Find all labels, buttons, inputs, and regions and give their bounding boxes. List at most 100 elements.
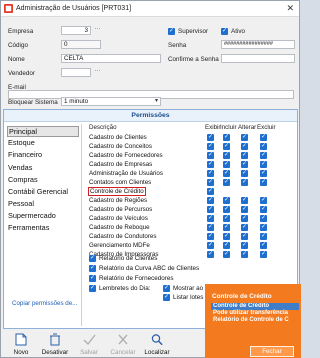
permission-exibir-checkbox[interactable]: ✓ (207, 242, 214, 249)
confirma-senha-field[interactable] (221, 54, 295, 63)
category-estoque[interactable]: Estoque (8, 138, 35, 147)
permission-exibir-checkbox[interactable]: ✓ (207, 134, 214, 141)
vendedor-lookup-button[interactable]: ··· (93, 68, 102, 77)
desativar-button[interactable]: Desativar (39, 331, 71, 357)
permission-exibir-checkbox[interactable]: ✓ (207, 143, 214, 150)
popup-list-item[interactable]: Relatório de Controle de C (211, 317, 299, 324)
option-checkbox[interactable]: ✓ (89, 255, 96, 262)
permission-description[interactable]: Controle de Crédito (88, 187, 146, 196)
permission-exibir-checkbox[interactable]: ✓ (207, 161, 214, 168)
permission-excluir-checkbox[interactable]: ✓ (260, 143, 267, 150)
permission-excluir-checkbox[interactable]: ✓ (260, 215, 267, 222)
ativo-checkbox[interactable]: ✓ (221, 28, 228, 35)
permission-description[interactable]: Cadastro de Reboque (89, 224, 150, 231)
permission-exibir-checkbox[interactable]: ✓ (207, 215, 214, 222)
permission-description[interactable]: Cadastro de Fornecedores (89, 152, 163, 159)
option-checkbox[interactable]: ✓ (89, 275, 96, 282)
category-principal[interactable]: Principal (7, 126, 79, 137)
permission-description[interactable]: Cadastro de Empresas (89, 161, 152, 168)
permission-excluir-checkbox[interactable]: ✓ (260, 224, 267, 231)
permission-excluir-checkbox[interactable]: ✓ (260, 251, 267, 258)
permission-alterar-checkbox[interactable]: ✓ (241, 224, 248, 231)
permission-incluir-checkbox[interactable]: ✓ (223, 143, 230, 150)
option-checkbox[interactable]: ✓ (163, 294, 170, 301)
category-vendas[interactable]: Vendas (8, 163, 32, 172)
option-checkbox[interactable]: ✓ (163, 285, 170, 292)
permission-exibir-checkbox[interactable]: ✓ (207, 188, 214, 195)
category-pessoal[interactable]: Pessoal (8, 199, 34, 208)
permission-exibir-checkbox[interactable]: ✓ (207, 224, 214, 231)
category-contabil-gerencial[interactable]: Contábil Gerencial (8, 187, 68, 196)
permission-exibir-checkbox[interactable]: ✓ (207, 170, 214, 177)
empresa-field[interactable]: 3 (61, 26, 91, 35)
permission-incluir-checkbox[interactable]: ✓ (223, 224, 230, 231)
permission-description[interactable]: Cadastro de Regiões (89, 197, 147, 204)
close-icon[interactable]: ✕ (286, 3, 294, 14)
category-compras[interactable]: Compras (8, 175, 38, 184)
novo-button[interactable]: Novo (5, 331, 37, 357)
permission-alterar-checkbox[interactable]: ✓ (241, 251, 248, 258)
permission-alterar-checkbox[interactable]: ✓ (241, 233, 248, 240)
permission-incluir-checkbox[interactable]: ✓ (223, 197, 230, 204)
permission-exibir-checkbox[interactable]: ✓ (207, 179, 214, 186)
salvar-button[interactable]: Salvar (73, 331, 105, 357)
permission-excluir-checkbox[interactable]: ✓ (260, 134, 267, 141)
category-ferramentas[interactable]: Ferramentas (8, 223, 49, 232)
permission-exibir-checkbox[interactable]: ✓ (207, 233, 214, 240)
vendedor-field[interactable] (61, 68, 91, 77)
permission-incluir-checkbox[interactable]: ✓ (223, 170, 230, 177)
permission-incluir-checkbox[interactable]: ✓ (223, 134, 230, 141)
codigo-field[interactable]: 0 (61, 40, 101, 49)
permission-description[interactable]: Administração de Usuários (89, 170, 163, 177)
permission-incluir-checkbox[interactable]: ✓ (223, 179, 230, 186)
permission-exibir-checkbox[interactable]: ✓ (207, 197, 214, 204)
permission-exibir-checkbox[interactable]: ✓ (207, 152, 214, 159)
permission-excluir-checkbox[interactable]: ✓ (260, 206, 267, 213)
permission-description[interactable]: Cadastro de Clientes (89, 134, 147, 141)
permission-alterar-checkbox[interactable]: ✓ (241, 197, 248, 204)
permission-description[interactable]: Cadastro de Percursos (89, 206, 152, 213)
permission-incluir-checkbox[interactable]: ✓ (223, 161, 230, 168)
popup-list-item[interactable]: Pode utilizar transferência (211, 310, 299, 317)
category-supermercado[interactable]: Supermercado (8, 211, 56, 220)
permission-description[interactable]: Cadastro de Conceitos (89, 143, 152, 150)
permission-description[interactable]: Gerenciamento MDFe (89, 242, 150, 249)
copy-permissions-link[interactable]: Copiar permissões de... (12, 300, 77, 307)
permission-incluir-checkbox[interactable]: ✓ (223, 215, 230, 222)
permission-incluir-checkbox[interactable]: ✓ (223, 206, 230, 213)
permission-excluir-checkbox[interactable]: ✓ (260, 152, 267, 159)
bloquear-select[interactable]: 1 minuto ▾ (61, 97, 161, 106)
popup-list-item[interactable]: Controle de Crédito (211, 303, 299, 310)
permission-description[interactable]: Cadastro de Veículos (89, 215, 148, 222)
permission-alterar-checkbox[interactable]: ✓ (241, 242, 248, 249)
empresa-lookup-button[interactable]: ··· (93, 26, 102, 35)
permission-alterar-checkbox[interactable]: ✓ (241, 206, 248, 213)
option-checkbox[interactable]: ✓ (89, 285, 96, 292)
nome-field[interactable]: CELTA (61, 54, 161, 63)
permission-excluir-checkbox[interactable]: ✓ (260, 161, 267, 168)
permission-incluir-checkbox[interactable]: ✓ (223, 251, 230, 258)
localizar-button[interactable]: Localizar (141, 331, 173, 357)
senha-field[interactable]: ################ (221, 40, 295, 49)
cancelar-button[interactable]: Cancelar (107, 331, 139, 357)
permission-description[interactable]: Contatos com Clientes (89, 179, 151, 186)
permission-incluir-checkbox[interactable]: ✓ (223, 242, 230, 249)
permission-excluir-checkbox[interactable]: ✓ (260, 197, 267, 204)
option-checkbox[interactable]: ✓ (89, 265, 96, 272)
permission-alterar-checkbox[interactable]: ✓ (241, 161, 248, 168)
permission-exibir-checkbox[interactable]: ✓ (207, 206, 214, 213)
permission-alterar-checkbox[interactable]: ✓ (241, 179, 248, 186)
permission-alterar-checkbox[interactable]: ✓ (241, 170, 248, 177)
permission-exibir-checkbox[interactable]: ✓ (207, 251, 214, 258)
fechar-button[interactable]: Fechar (250, 346, 294, 357)
permission-alterar-checkbox[interactable]: ✓ (241, 215, 248, 222)
supervisor-checkbox[interactable]: ✓ (168, 28, 175, 35)
permission-alterar-checkbox[interactable]: ✓ (241, 134, 248, 141)
permission-excluir-checkbox[interactable]: ✓ (260, 170, 267, 177)
category-financeiro[interactable]: Financeiro (8, 150, 42, 159)
permission-incluir-checkbox[interactable]: ✓ (223, 233, 230, 240)
permission-alterar-checkbox[interactable]: ✓ (241, 152, 248, 159)
permission-excluir-checkbox[interactable]: ✓ (260, 233, 267, 240)
permission-description[interactable]: Cadastro de Condutores (89, 233, 156, 240)
permission-incluir-checkbox[interactable]: ✓ (223, 152, 230, 159)
